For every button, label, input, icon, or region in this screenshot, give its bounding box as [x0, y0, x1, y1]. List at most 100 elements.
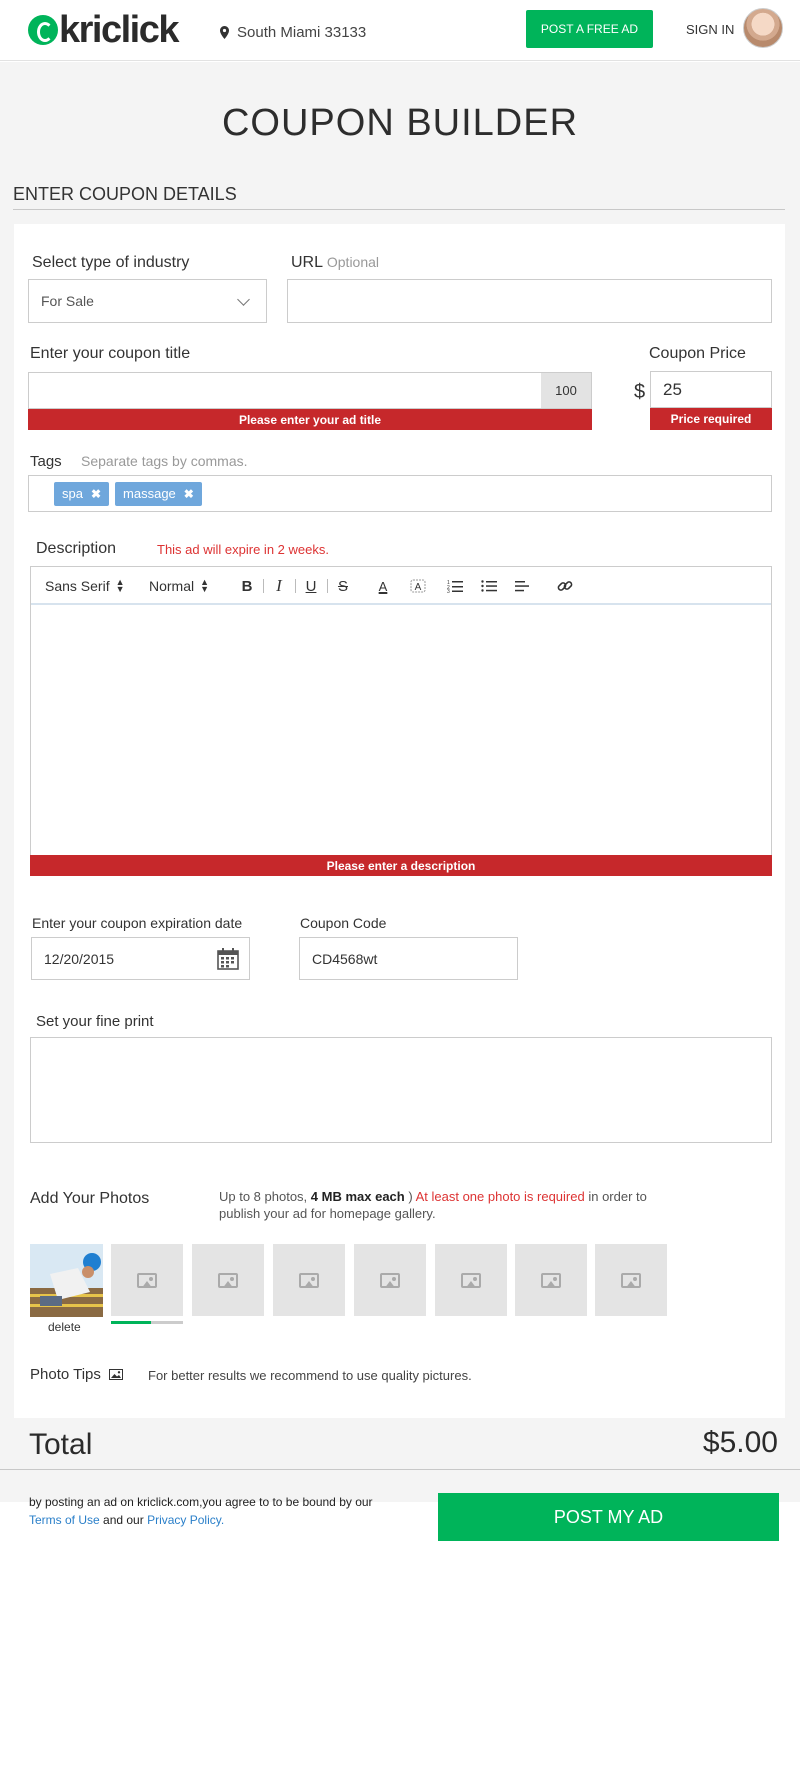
total-amount: $5.00: [702, 1426, 778, 1459]
updown-arrow-icon: ▲ ▼: [115, 577, 125, 594]
tag-label: massage: [123, 486, 176, 501]
font-size-select[interactable]: Normal ▲ ▼: [149, 576, 219, 596]
ordered-list-icon[interactable]: 123: [445, 576, 465, 596]
bold-icon[interactable]: B: [237, 576, 257, 596]
coupon-title-label: Enter your coupon title: [30, 345, 191, 362]
currency-symbol: $: [634, 381, 646, 403]
image-placeholder-icon: [137, 1272, 157, 1288]
photos-info-bold: 4 MB max each: [310, 1189, 405, 1204]
kriclick-logo[interactable]: kriclick: [28, 9, 180, 51]
photo-tips-text: For better results we recommend to use q…: [148, 1368, 472, 1383]
description-textarea[interactable]: [31, 607, 771, 857]
chevron-down-icon: [237, 293, 250, 306]
expiration-date-value: 12/20/2015: [44, 950, 115, 967]
text-color-icon[interactable]: A: [373, 576, 393, 596]
photo-slot-6[interactable]: [435, 1244, 507, 1316]
photos-label: Add Your Photos: [30, 1190, 150, 1207]
uploaded-photo-thumbnail[interactable]: [30, 1244, 103, 1317]
link-icon[interactable]: [555, 576, 575, 596]
font-family-select[interactable]: Sans Serif ▲ ▼: [45, 576, 140, 596]
legal-notice: by posting an ad on kriclick.com,you agr…: [29, 1493, 389, 1529]
photos-info: Up to 8 photos, 4 MB max each ) At least…: [219, 1188, 689, 1222]
legal-and-our: and our: [103, 1513, 144, 1527]
underline-icon[interactable]: U: [301, 576, 321, 596]
character-counter: 100: [541, 373, 591, 408]
photo-tips-label[interactable]: Photo Tips: [30, 1366, 123, 1383]
location-text: South Miami 33133: [237, 24, 367, 41]
logo-text: kriclick: [59, 9, 180, 51]
photos-info-required: At least one photo is required: [415, 1189, 585, 1204]
italic-icon[interactable]: I: [269, 576, 289, 596]
bullet-list-icon[interactable]: [479, 576, 499, 596]
description-editor: Sans Serif ▲ ▼ Normal ▲ ▼ B I U S A A 123: [30, 566, 772, 876]
photo-slot-2[interactable]: [111, 1244, 183, 1316]
terms-of-use-link[interactable]: Terms of Use: [29, 1513, 100, 1527]
svg-text:3: 3: [447, 589, 450, 593]
photos-info-prefix: Up to 8 photos,: [219, 1189, 308, 1204]
industry-label: Select type of industry: [32, 254, 190, 271]
section-divider: [13, 209, 785, 210]
coupon-price-label: Coupon Price: [649, 345, 746, 362]
toolbar-divider: [327, 579, 328, 593]
top-header: kriclick South Miami 33133 POST A FREE A…: [0, 0, 800, 61]
editor-toolbar: Sans Serif ▲ ▼ Normal ▲ ▼ B I U S A A 123: [31, 567, 771, 605]
align-left-icon[interactable]: [513, 576, 533, 596]
svg-text:A: A: [415, 582, 422, 593]
coupon-title-error: Please enter your ad title: [28, 409, 592, 430]
industry-selected-value: For Sale: [41, 293, 94, 309]
picture-icon: [108, 1369, 123, 1380]
url-optional-hint: Optional: [326, 254, 380, 270]
photo-slot-7[interactable]: [515, 1244, 587, 1316]
tag-massage: massage ✖: [115, 481, 202, 506]
remove-tag-icon[interactable]: ✖: [184, 487, 194, 501]
calendar-icon[interactable]: [217, 948, 239, 970]
image-placeholder-icon: [621, 1272, 641, 1288]
map-pin-icon: [220, 26, 229, 39]
logo-mark-icon: [28, 15, 58, 45]
tags-hint: Separate tags by commas.: [81, 453, 248, 469]
image-placeholder-icon: [380, 1272, 400, 1288]
worker-photo-image: [30, 1244, 103, 1317]
tags-label: Tags: [30, 453, 62, 470]
coupon-title-input[interactable]: 100: [28, 372, 592, 409]
url-label-text: URL: [291, 254, 323, 271]
image-placeholder-icon: [541, 1272, 561, 1288]
strikethrough-icon[interactable]: S: [333, 576, 353, 596]
section-title: ENTER COUPON DETAILS: [13, 184, 237, 204]
legal-period: .: [220, 1513, 225, 1527]
delete-photo-link[interactable]: delete: [48, 1320, 81, 1334]
industry-select[interactable]: For Sale: [28, 279, 267, 323]
coupon-price-error: Price required: [650, 408, 772, 430]
photo-slot-4[interactable]: [273, 1244, 345, 1316]
post-free-ad-button[interactable]: POST A FREE AD: [526, 10, 653, 48]
photo-tips-text: Photo Tips: [30, 1366, 101, 1383]
photo-slot-3[interactable]: [192, 1244, 264, 1316]
photo-slot-5[interactable]: [354, 1244, 426, 1316]
sign-in-link[interactable]: SIGN IN: [686, 22, 734, 37]
updown-arrow-icon: ▲ ▼: [200, 577, 210, 594]
image-placeholder-icon: [461, 1272, 481, 1288]
coupon-code-input[interactable]: CD4568wt: [299, 937, 518, 980]
coupon-price-input[interactable]: 25: [650, 371, 772, 408]
page-title: COUPON BUILDER: [221, 102, 579, 144]
image-placeholder-icon: [218, 1272, 238, 1288]
url-input[interactable]: [287, 279, 772, 323]
location-selector[interactable]: South Miami 33133: [220, 24, 366, 41]
legal-text: by posting an ad on kriclick.com,you agr…: [29, 1495, 373, 1509]
photos-info-line2: publish your ad for homepage gallery.: [219, 1206, 436, 1221]
expiration-label: Enter your coupon expiration date: [32, 915, 243, 931]
user-avatar[interactable]: [743, 8, 783, 48]
tags-input[interactable]: spa ✖ massage ✖: [28, 475, 772, 512]
remove-tag-icon[interactable]: ✖: [91, 487, 101, 501]
expiration-date-input[interactable]: 12/20/2015: [31, 937, 250, 980]
background-color-icon[interactable]: A: [408, 576, 428, 596]
post-my-ad-button[interactable]: POST MY AD: [438, 1493, 779, 1541]
fine-print-textarea[interactable]: [30, 1037, 772, 1143]
privacy-policy-link[interactable]: Privacy Policy: [147, 1513, 221, 1527]
coupon-code-label: Coupon Code: [300, 915, 387, 931]
url-label: URL Optional: [291, 254, 379, 272]
photo-slot-8[interactable]: [595, 1244, 667, 1316]
total-bar: Total $5.00: [0, 1418, 800, 1470]
total-label: Total: [29, 1428, 93, 1461]
description-error: Please enter a description: [30, 855, 772, 876]
